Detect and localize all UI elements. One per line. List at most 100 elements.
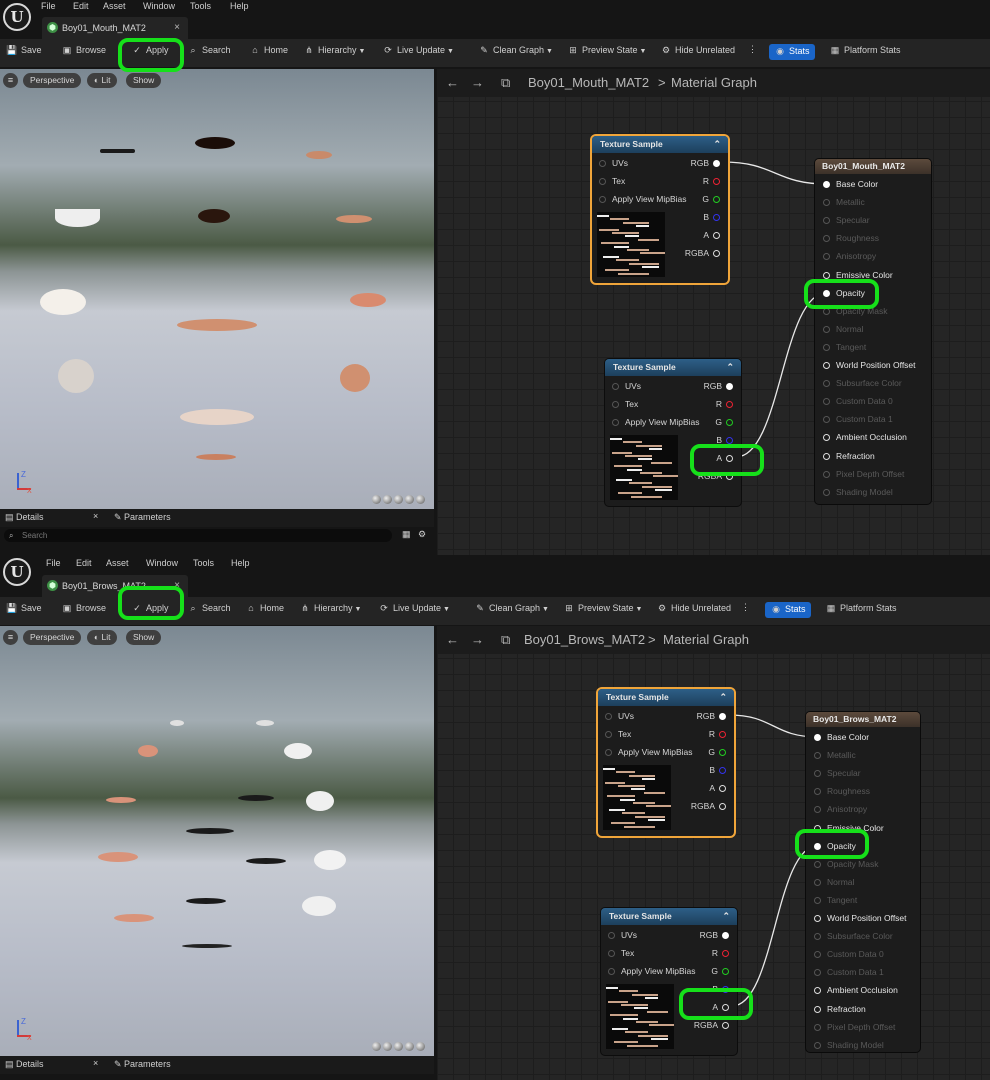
unreal-logo-icon[interactable]: U [3, 558, 31, 586]
material-pin-shading-model[interactable]: Shading Model [814, 1040, 884, 1050]
pin-icon[interactable] [814, 915, 821, 922]
material-pin-roughness[interactable]: Roughness [814, 786, 870, 796]
pin-icon[interactable] [823, 343, 830, 351]
pin-icon[interactable] [823, 470, 830, 478]
material-pin-emissive-color[interactable]: Emissive Color [823, 270, 893, 280]
settings-gear-icon[interactable]: ⚙ [418, 529, 426, 540]
pin-icon[interactable] [713, 250, 720, 257]
collapse-chevron-icon[interactable]: ⌃ [713, 136, 721, 153]
texture-sample-node[interactable]: Texture Sample ⌃ UVs Tex Apply View MipBias R… [598, 689, 734, 836]
input-pin-tex[interactable]: Tex [599, 176, 625, 186]
collapse-chevron-icon[interactable]: ⌃ [722, 908, 730, 925]
collapse-chevron-icon[interactable]: ⌃ [726, 359, 734, 376]
material-pin-ambient-occlusion[interactable]: Ambient Occlusion [823, 432, 907, 442]
menu-tools[interactable]: Tools [193, 558, 214, 568]
pin-icon[interactable] [608, 950, 615, 957]
perspective-button[interactable]: Perspective [23, 73, 82, 88]
pin-icon[interactable] [722, 950, 729, 957]
pin-icon[interactable] [726, 437, 733, 444]
pin-icon[interactable] [814, 860, 821, 868]
output-pin-rgba[interactable]: RGBA [691, 801, 726, 811]
live-update-button[interactable]: ⟳ Live Update ▼ [382, 45, 454, 61]
input-pin-apply-view-mipbias[interactable]: Apply View MipBias [612, 417, 700, 427]
pin-icon[interactable] [713, 196, 720, 203]
preview-state-button[interactable]: ⊞ Preview State ▼ [567, 45, 646, 61]
output-pin-rgba[interactable]: RGBA [694, 1020, 729, 1030]
browse-button[interactable]: ▣ Browse [61, 45, 106, 61]
pin-icon[interactable] [713, 232, 720, 239]
pin-icon[interactable] [823, 380, 830, 388]
pin-icon[interactable] [713, 160, 720, 167]
output-pin-r[interactable]: R [716, 399, 733, 409]
texture-sample-node[interactable]: Texture Sample ⌃ UVs Tex Apply View MipBias R… [605, 359, 741, 506]
pin-icon[interactable] [814, 752, 821, 760]
material-pin-tangent[interactable]: Tangent [814, 895, 857, 905]
output-pin-a[interactable]: A [709, 783, 726, 793]
pin-icon[interactable] [814, 878, 821, 886]
pin-icon[interactable] [612, 383, 619, 390]
more-options-icon[interactable]: ⋮ [741, 602, 750, 618]
pin-icon[interactable] [814, 734, 821, 741]
material-pin-specular[interactable]: Specular [823, 215, 870, 225]
material-pin-custom-data-0[interactable]: Custom Data 0 [814, 949, 884, 959]
preview-viewport[interactable]: ≡ Perspective ◐ Lit Show Z X [0, 626, 434, 1056]
output-pin-r[interactable]: R [703, 176, 720, 186]
menu-asset[interactable]: Asset [106, 558, 129, 568]
pin-icon[interactable] [608, 968, 615, 975]
pin-icon[interactable] [823, 199, 830, 207]
input-pin-tex[interactable]: Tex [608, 948, 634, 958]
pin-icon[interactable] [719, 803, 726, 810]
pin-icon[interactable] [823, 181, 830, 188]
preview-shape-icon[interactable] [405, 1042, 414, 1051]
preview-shape-icon[interactable] [383, 1042, 392, 1051]
material-pin-custom-data-0[interactable]: Custom Data 0 [823, 396, 893, 406]
close-details-icon[interactable]: × [93, 1058, 98, 1068]
grid-view-icon[interactable]: ▦ [402, 529, 411, 540]
output-pin-a[interactable]: A [703, 230, 720, 240]
output-pin-b[interactable]: B [703, 212, 720, 222]
material-pin-ambient-occlusion[interactable]: Ambient Occlusion [814, 985, 898, 995]
material-pin-world-position-offset[interactable]: World Position Offset [823, 360, 916, 370]
input-pin-uvs[interactable]: UVs [608, 930, 637, 940]
pin-icon[interactable] [814, 933, 821, 941]
material-pin-base-color[interactable]: Base Color [814, 732, 869, 742]
pin-icon[interactable] [612, 419, 619, 426]
preview-state-button[interactable]: ⊞ Preview State ▼ [563, 603, 642, 619]
preview-shape-icon[interactable] [416, 1042, 425, 1051]
details-tab[interactable]: ▤ Details [5, 512, 44, 523]
pin-icon[interactable] [823, 325, 830, 333]
input-pin-uvs[interactable]: UVs [612, 381, 641, 391]
pin-icon[interactable] [814, 1005, 821, 1013]
preview-shape-icon[interactable] [405, 495, 414, 504]
asset-tab[interactable]: ⬢ Boy01_Mouth_MAT2 × [42, 17, 188, 39]
material-pin-pixel-depth-offset[interactable]: Pixel Depth Offset [814, 1022, 895, 1032]
material-pin-world-position-offset[interactable]: World Position Offset [814, 913, 907, 923]
pin-icon[interactable] [608, 932, 615, 939]
details-search-input[interactable]: ⌕ Search [4, 529, 392, 542]
pin-icon[interactable] [726, 419, 733, 426]
pin-icon[interactable] [719, 785, 726, 792]
output-pin-rgba[interactable]: RGBA [685, 248, 720, 258]
material-pin-pixel-depth-offset[interactable]: Pixel Depth Offset [823, 469, 904, 479]
input-pin-tex[interactable]: Tex [612, 399, 638, 409]
menu-help[interactable]: Help [230, 1, 249, 11]
pin-icon[interactable] [599, 160, 606, 167]
pin-icon[interactable] [722, 932, 729, 939]
perspective-button[interactable]: Perspective [23, 630, 82, 645]
material-pin-custom-data-1[interactable]: Custom Data 1 [814, 967, 884, 977]
show-button[interactable]: Show [126, 73, 162, 88]
pin-icon[interactable] [599, 178, 606, 185]
unreal-logo-icon[interactable]: U [3, 3, 31, 31]
material-pin-base-color[interactable]: Base Color [823, 179, 878, 189]
platform-stats-button[interactable]: ▦ Platform Stats [825, 603, 897, 619]
preview-viewport[interactable]: ≡ Perspective ◐ Lit Show Z X [0, 69, 434, 509]
material-pin-roughness[interactable]: Roughness [823, 233, 879, 243]
menu-window[interactable]: Window [146, 558, 178, 568]
pin-icon[interactable] [823, 416, 830, 424]
material-pin-normal[interactable]: Normal [814, 877, 854, 887]
more-options-icon[interactable]: ⋮ [748, 44, 757, 60]
material-pin-specular[interactable]: Specular [814, 768, 861, 778]
pin-icon[interactable] [823, 452, 830, 460]
hierarchy-button[interactable]: ⋔ Hierarchy ▼ [303, 45, 365, 61]
pin-icon[interactable] [719, 767, 726, 774]
